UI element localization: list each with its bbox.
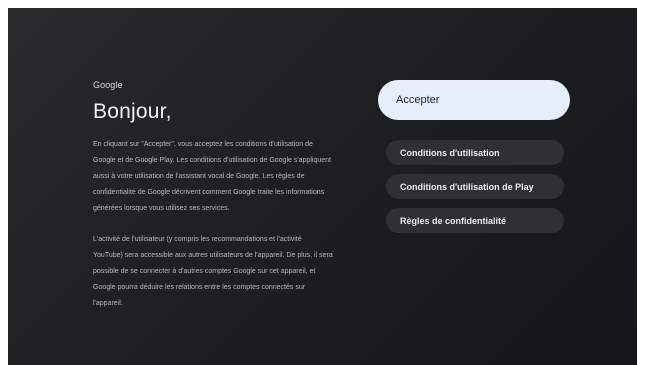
terms-of-service-button[interactable]: Conditions d'utilisation: [386, 140, 564, 165]
activity-paragraph: L'activité de l'utilisateur (y compris l…: [93, 236, 333, 307]
tv-screen: Google Bonjour, En cliquant sur "Accepte…: [8, 8, 637, 365]
accept-button[interactable]: Accepter: [378, 80, 570, 120]
intro-panel: Google Bonjour, En cliquant sur "Accepte…: [93, 80, 343, 312]
play-terms-button[interactable]: Conditions d'utilisation de Play: [386, 174, 564, 199]
terms-paragraph: En cliquant sur "Accepter", vous accepte…: [93, 141, 331, 212]
actions-panel: Accepter Conditions d'utilisation Condit…: [378, 80, 573, 233]
page-title: Bonjour,: [93, 100, 172, 123]
google-brand-label: Google: [93, 80, 123, 90]
privacy-policy-button[interactable]: Règles de confidentialité: [386, 208, 564, 233]
